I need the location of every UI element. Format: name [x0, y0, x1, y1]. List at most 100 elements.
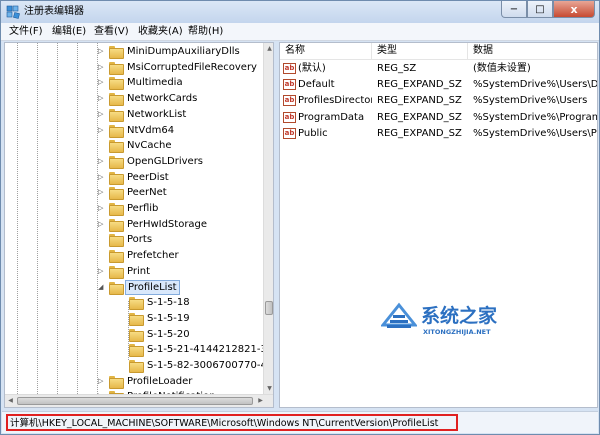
- folder-icon: [129, 360, 144, 373]
- menu-bar: 文件(F) 编辑(E) 查看(V) 收藏夹(A) 帮助(H): [1, 23, 599, 41]
- expand-arrow-icon: [98, 236, 105, 243]
- menu-edit[interactable]: 编辑(E): [52, 25, 86, 39]
- tree-item-label: S-1-5-21-4144212821-34: [147, 344, 274, 356]
- status-path-highlight: 计算机\HKEY_LOCAL_MACHINE\SOFTWARE\Microsof…: [6, 414, 458, 431]
- tree-item-label: NtVdm64: [127, 124, 175, 136]
- folder-icon: [109, 46, 124, 59]
- tree-item-label: NetworkCards: [127, 93, 198, 105]
- value-name: Public: [298, 127, 328, 139]
- tree-item[interactable]: ▷ MiniDumpAuxiliaryDlls: [5, 44, 263, 59]
- menu-help[interactable]: 帮助(H): [188, 25, 223, 39]
- expand-arrow-icon[interactable]: ▷: [98, 377, 105, 385]
- expand-arrow-icon[interactable]: ▷: [98, 189, 105, 196]
- key-tree-pane[interactable]: ▷ MiniDumpAuxiliaryDlls ▷ MsiCorruptedFileR…: [4, 42, 274, 408]
- value-name: Default: [298, 79, 335, 91]
- tree-item-label: PeerNet: [127, 187, 167, 199]
- value-row[interactable]: ab ProgramData REG_EXPAND_SZ %SystemDrive%\…: [280, 110, 597, 126]
- scroll-down-arrow-icon[interactable]: ▼: [264, 383, 273, 394]
- tree-item-label: OpenGLDrivers: [127, 155, 204, 167]
- tree-item[interactable]: S-1-5-19: [5, 311, 263, 326]
- tree-item[interactable]: ▷ NetworkList: [5, 107, 263, 122]
- scroll-up-arrow-icon[interactable]: ▲: [264, 43, 273, 54]
- folder-icon: [109, 61, 124, 75]
- folder-icon: [109, 93, 124, 107]
- close-button[interactable]: x: [553, 1, 595, 18]
- expand-arrow-icon: [118, 346, 125, 353]
- status-key-path: 计算机\HKEY_LOCAL_MACHINE\SOFTWARE\Microsof…: [10, 418, 439, 429]
- tree-item[interactable]: Prefetcher: [5, 248, 263, 264]
- folder-icon: [129, 328, 144, 342]
- tree-item[interactable]: ▷ Multimedia: [5, 75, 263, 91]
- tree-item[interactable]: ▷ PerHwIdStorage: [5, 217, 263, 232]
- value-row[interactable]: abProfilesDirectory REG_EXPAND_SZ %SystemD…: [280, 93, 597, 109]
- tree-item[interactable]: S-1-5-21-4144212821-34: [5, 342, 273, 358]
- tree-item[interactable]: ▷ MsiCorruptedFileRecovery: [5, 60, 263, 75]
- expand-arrow-icon[interactable]: ▷: [98, 205, 105, 212]
- expand-arrow-icon[interactable]: ▷: [98, 173, 105, 181]
- tree-item[interactable]: ▷ Perflib: [5, 201, 263, 216]
- tree-item-label: S-1-5-19: [147, 312, 190, 324]
- value-data: (数值未设置): [473, 63, 531, 74]
- folder-icon: [129, 344, 144, 358]
- tree-item[interactable]: S-1-5-18: [5, 295, 263, 311]
- expand-arrow-icon[interactable]: ▷: [98, 220, 105, 228]
- tree-vscroll-thumb[interactable]: [265, 301, 273, 315]
- tree-item[interactable]: ▷ PeerNet: [5, 185, 263, 201]
- expand-arrow-icon: [118, 315, 125, 322]
- column-header-type[interactable]: 类型: [372, 43, 468, 60]
- expand-arrow-icon[interactable]: ▷: [98, 63, 105, 71]
- tree-item[interactable]: ▷ NtVdm64: [5, 123, 263, 138]
- string-value-icon: ab: [283, 95, 296, 107]
- expand-arrow-icon[interactable]: ▷: [98, 79, 105, 86]
- maximize-button[interactable]: □: [527, 1, 553, 18]
- value-name: ProgramData: [298, 111, 365, 123]
- tree-item[interactable]: S-1-5-82-3006700770-42: [5, 358, 273, 373]
- expand-arrow-icon[interactable]: ▷: [98, 157, 105, 165]
- tree-item[interactable]: ◢ ProfileList: [5, 279, 263, 295]
- folder-icon: [109, 234, 124, 248]
- expand-arrow-icon[interactable]: ▷: [98, 126, 105, 134]
- tree-item[interactable]: ▷ ProfileLoader: [5, 374, 263, 389]
- expand-arrow-icon[interactable]: ▷: [98, 95, 105, 102]
- tree-horizontal-scrollbar[interactable]: ◀ ▶: [5, 394, 273, 407]
- expand-arrow-icon[interactable]: ▷: [98, 110, 105, 118]
- folder-icon: [109, 265, 124, 279]
- value-name: (默认): [298, 63, 326, 74]
- title-bar[interactable]: 注册表编辑器 − □ x: [1, 1, 599, 23]
- tree-item[interactable]: NvCache: [5, 138, 263, 154]
- value-type: REG_SZ: [377, 63, 417, 74]
- expand-arrow-icon[interactable]: ▷: [98, 267, 105, 275]
- menu-favorites[interactable]: 收藏夹(A): [138, 25, 183, 39]
- folder-icon: [109, 108, 124, 122]
- value-row[interactable]: ab Default REG_EXPAND_SZ %SystemDrive%\User…: [280, 77, 597, 93]
- tree-item[interactable]: ▷ OpenGLDrivers: [5, 154, 263, 169]
- column-header-data[interactable]: 数据: [468, 43, 597, 60]
- tree-item[interactable]: ▷ NetworkCards: [5, 91, 263, 107]
- tree-item-label: NetworkList: [127, 108, 187, 120]
- value-list-pane[interactable]: 名称 类型 数据 ab (默认) REG_SZ (数值未设置) ab Default REG…: [279, 42, 598, 408]
- menu-view[interactable]: 查看(V): [94, 25, 129, 39]
- tree-item-label: S-1-5-20: [147, 328, 190, 340]
- tree-item[interactable]: ▷ PeerDist: [5, 170, 263, 185]
- tree-hscroll-thumb[interactable]: [17, 397, 253, 405]
- expand-arrow-icon: [98, 252, 105, 259]
- tree-item[interactable]: S-1-5-20: [5, 327, 263, 342]
- value-row[interactable]: ab (默认) REG_SZ (数值未设置): [280, 61, 597, 77]
- tree-item-label: S-1-5-82-3006700770-42: [147, 360, 274, 371]
- tree-item-label: Perflib: [127, 203, 159, 214]
- tree-item[interactable]: Ports: [5, 232, 263, 248]
- scroll-left-arrow-icon[interactable]: ◀: [5, 395, 16, 406]
- folder-icon: [109, 77, 124, 91]
- minimize-button[interactable]: −: [501, 1, 527, 18]
- value-row[interactable]: ab Public REG_EXPAND_SZ %SystemDrive%\Users…: [280, 126, 597, 142]
- regedit-app-icon: [6, 5, 20, 19]
- tree-item[interactable]: ▷ Print: [5, 264, 263, 279]
- column-header-name[interactable]: 名称: [280, 43, 372, 60]
- menu-file[interactable]: 文件(F): [9, 25, 43, 39]
- expand-arrow-icon: [118, 331, 125, 338]
- tree-item-label: PeerDist: [127, 171, 169, 183]
- expanded-arrow-icon[interactable]: ◢: [98, 283, 105, 291]
- expand-arrow-icon[interactable]: ▷: [98, 48, 105, 55]
- scroll-right-arrow-icon[interactable]: ▶: [255, 395, 266, 406]
- tree-vertical-scrollbar[interactable]: ▲ ▼: [263, 43, 273, 394]
